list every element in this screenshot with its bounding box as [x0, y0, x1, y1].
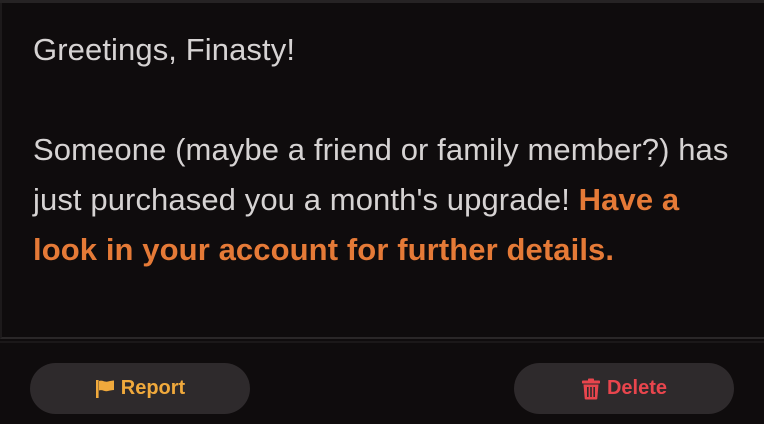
- report-button-label: Report: [120, 377, 186, 399]
- delete-button-label: Delete: [606, 377, 668, 399]
- message-greeting: Greetings, Finasty!: [33, 32, 296, 67]
- trash-icon: [581, 378, 601, 400]
- report-button[interactable]: Report: [30, 363, 250, 414]
- message-paragraph: Someone (maybe a friend or family member…: [33, 125, 743, 275]
- delete-button[interactable]: Delete: [514, 363, 734, 414]
- message-body: Greetings, Finasty! Someone (maybe a fri…: [0, 3, 764, 339]
- message-card: Greetings, Finasty! Someone (maybe a fri…: [0, 0, 764, 424]
- message-footer: Report Delete: [0, 341, 764, 424]
- flag-icon: [95, 379, 115, 399]
